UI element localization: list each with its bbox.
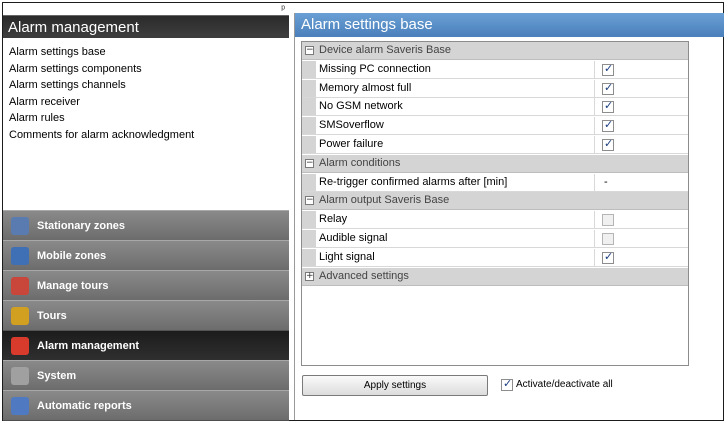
page-title: Alarm settings base (301, 16, 433, 33)
row-gutter (302, 79, 316, 97)
setting-label: No GSM network (319, 100, 403, 113)
category-label: Alarm management (37, 340, 140, 352)
row-gutter (302, 117, 316, 135)
section-label: Alarm output Saveris Base (319, 194, 450, 207)
section-label: Alarm conditions (319, 156, 401, 169)
nav-link-alarm-receiver[interactable]: Alarm receiver (9, 94, 289, 111)
app-window: ᵖ Alarm management Alarm settings base A… (2, 2, 724, 422)
setting-checkbox[interactable] (602, 81, 614, 95)
row-gutter (302, 173, 316, 191)
category-manage-tours[interactable]: Manage tours (3, 270, 289, 302)
setting-label: Relay (319, 213, 348, 226)
setting-value[interactable]: - (604, 176, 608, 188)
collapse-icon[interactable]: − (305, 196, 314, 206)
collapse-icon[interactable]: − (305, 158, 314, 168)
mobile-zones-icon (11, 247, 29, 265)
activate-all-checkbox[interactable] (501, 377, 513, 391)
category-tours[interactable]: Tours (3, 300, 289, 332)
category-label: Stationary zones (37, 220, 126, 232)
row-gutter (302, 211, 316, 229)
setting-label: Power failure (319, 138, 384, 150)
property-grid: − Device alarm Saveris Base Missing PC con… (301, 41, 689, 366)
setting-checkbox[interactable] (602, 118, 614, 133)
column-divider (594, 98, 595, 116)
setting-label: Memory almost full (319, 81, 412, 94)
category-label: System (37, 370, 77, 382)
left-pane-title: Alarm management (8, 19, 139, 36)
setting-checkbox[interactable] (602, 62, 614, 76)
stationary-zones-icon (11, 217, 29, 235)
setting-label: SMSoverflow (319, 119, 384, 132)
setting-checkbox[interactable] (602, 99, 614, 114)
category-label: Manage tours (37, 280, 109, 292)
column-divider (594, 136, 595, 153)
category-list: Stationary zones Mobile zones Manage tours… (3, 210, 289, 422)
right-pane: Alarm settings base − Device alarm Saveri… (294, 13, 724, 420)
setting-row-memory-almost-full: Memory almost full (302, 79, 688, 98)
category-automatic-reports[interactable]: Automatic reports (3, 390, 289, 422)
expand-icon[interactable]: + (305, 271, 314, 281)
nav-link-alarm-settings-base[interactable]: Alarm settings base (9, 44, 289, 61)
setting-row-audible-signal: Audible signal (302, 230, 688, 248)
collapse-icon[interactable]: − (305, 46, 314, 55)
apply-settings-button[interactable]: Apply settings (302, 375, 488, 396)
category-label: Tours (37, 310, 67, 322)
section-label: Device alarm Saveris Base (319, 44, 452, 56)
category-label: Mobile zones (37, 250, 107, 262)
section-advanced-settings[interactable]: + Advanced settings (302, 267, 688, 286)
system-tools-icon (11, 367, 29, 385)
activate-all-label: Activate/deactivate all (516, 379, 613, 390)
column-divider (594, 60, 595, 78)
nav-link-alarm-settings-components[interactable]: Alarm settings components (9, 61, 289, 78)
setting-row-missing-pc-connection: Missing PC connection (302, 60, 688, 79)
column-divider (594, 230, 595, 247)
setting-checkbox[interactable] (602, 137, 614, 151)
section-device-alarm-saveris-base[interactable]: − Device alarm Saveris Base (302, 42, 688, 60)
category-label: Automatic reports (37, 400, 132, 412)
row-gutter (302, 60, 316, 78)
tours-icon (11, 307, 29, 325)
nav-link-alarm-rules[interactable]: Alarm rules (9, 110, 289, 127)
column-divider (594, 79, 595, 97)
setting-checkbox[interactable] (602, 214, 614, 227)
right-pane-header: Alarm settings base (295, 13, 724, 37)
setting-row-smsoverflow: SMSoverflow (302, 117, 688, 136)
setting-row-re-trigger-confirmed-alarms-after-min: Re-trigger confirmed alarms after [min] - (302, 173, 688, 192)
nav-link-alarm-settings-channels[interactable]: Alarm settings channels (9, 77, 289, 94)
calendar-icon (11, 277, 29, 295)
pin-icon[interactable]: ᵖ (281, 4, 285, 15)
section-alarm-conditions[interactable]: − Alarm conditions (302, 154, 688, 173)
nav-link-comments-for-alarm-acknowledgment[interactable]: Comments for alarm acknowledgment (9, 127, 289, 144)
setting-row-relay: Relay (302, 211, 688, 230)
category-system[interactable]: System (3, 360, 289, 392)
setting-checkbox[interactable] (602, 233, 614, 245)
row-gutter (302, 98, 316, 116)
setting-checkbox[interactable] (602, 250, 614, 264)
column-divider (594, 211, 595, 229)
setting-row-no-gsm-network: No GSM network (302, 98, 688, 117)
setting-label: Light signal (319, 250, 375, 263)
section-label: Advanced settings (319, 269, 409, 282)
section-alarm-output-saveris-base[interactable]: − Alarm output Saveris Base (302, 192, 688, 211)
alarm-icon (11, 337, 29, 355)
column-divider (594, 117, 595, 135)
category-alarm-management[interactable]: Alarm management (3, 330, 289, 362)
category-stationary-zones[interactable]: Stationary zones (3, 210, 289, 242)
alarm-nav-list: Alarm settings base Alarm settings compo… (3, 38, 289, 210)
column-divider (594, 173, 595, 191)
setting-label: Re-trigger confirmed alarms after [min] (319, 175, 508, 188)
row-gutter (302, 248, 316, 266)
left-pane: ᵖ Alarm management Alarm settings base A… (3, 3, 289, 422)
category-mobile-zones[interactable]: Mobile zones (3, 240, 289, 272)
setting-label: Audible signal (319, 232, 388, 244)
setting-row-light-signal: Light signal (302, 248, 688, 267)
row-gutter (302, 230, 316, 247)
column-divider (594, 248, 595, 266)
setting-row-power-failure: Power failure (302, 136, 688, 154)
reports-icon (11, 397, 29, 415)
row-gutter (302, 136, 316, 153)
setting-label: Missing PC connection (319, 62, 431, 75)
